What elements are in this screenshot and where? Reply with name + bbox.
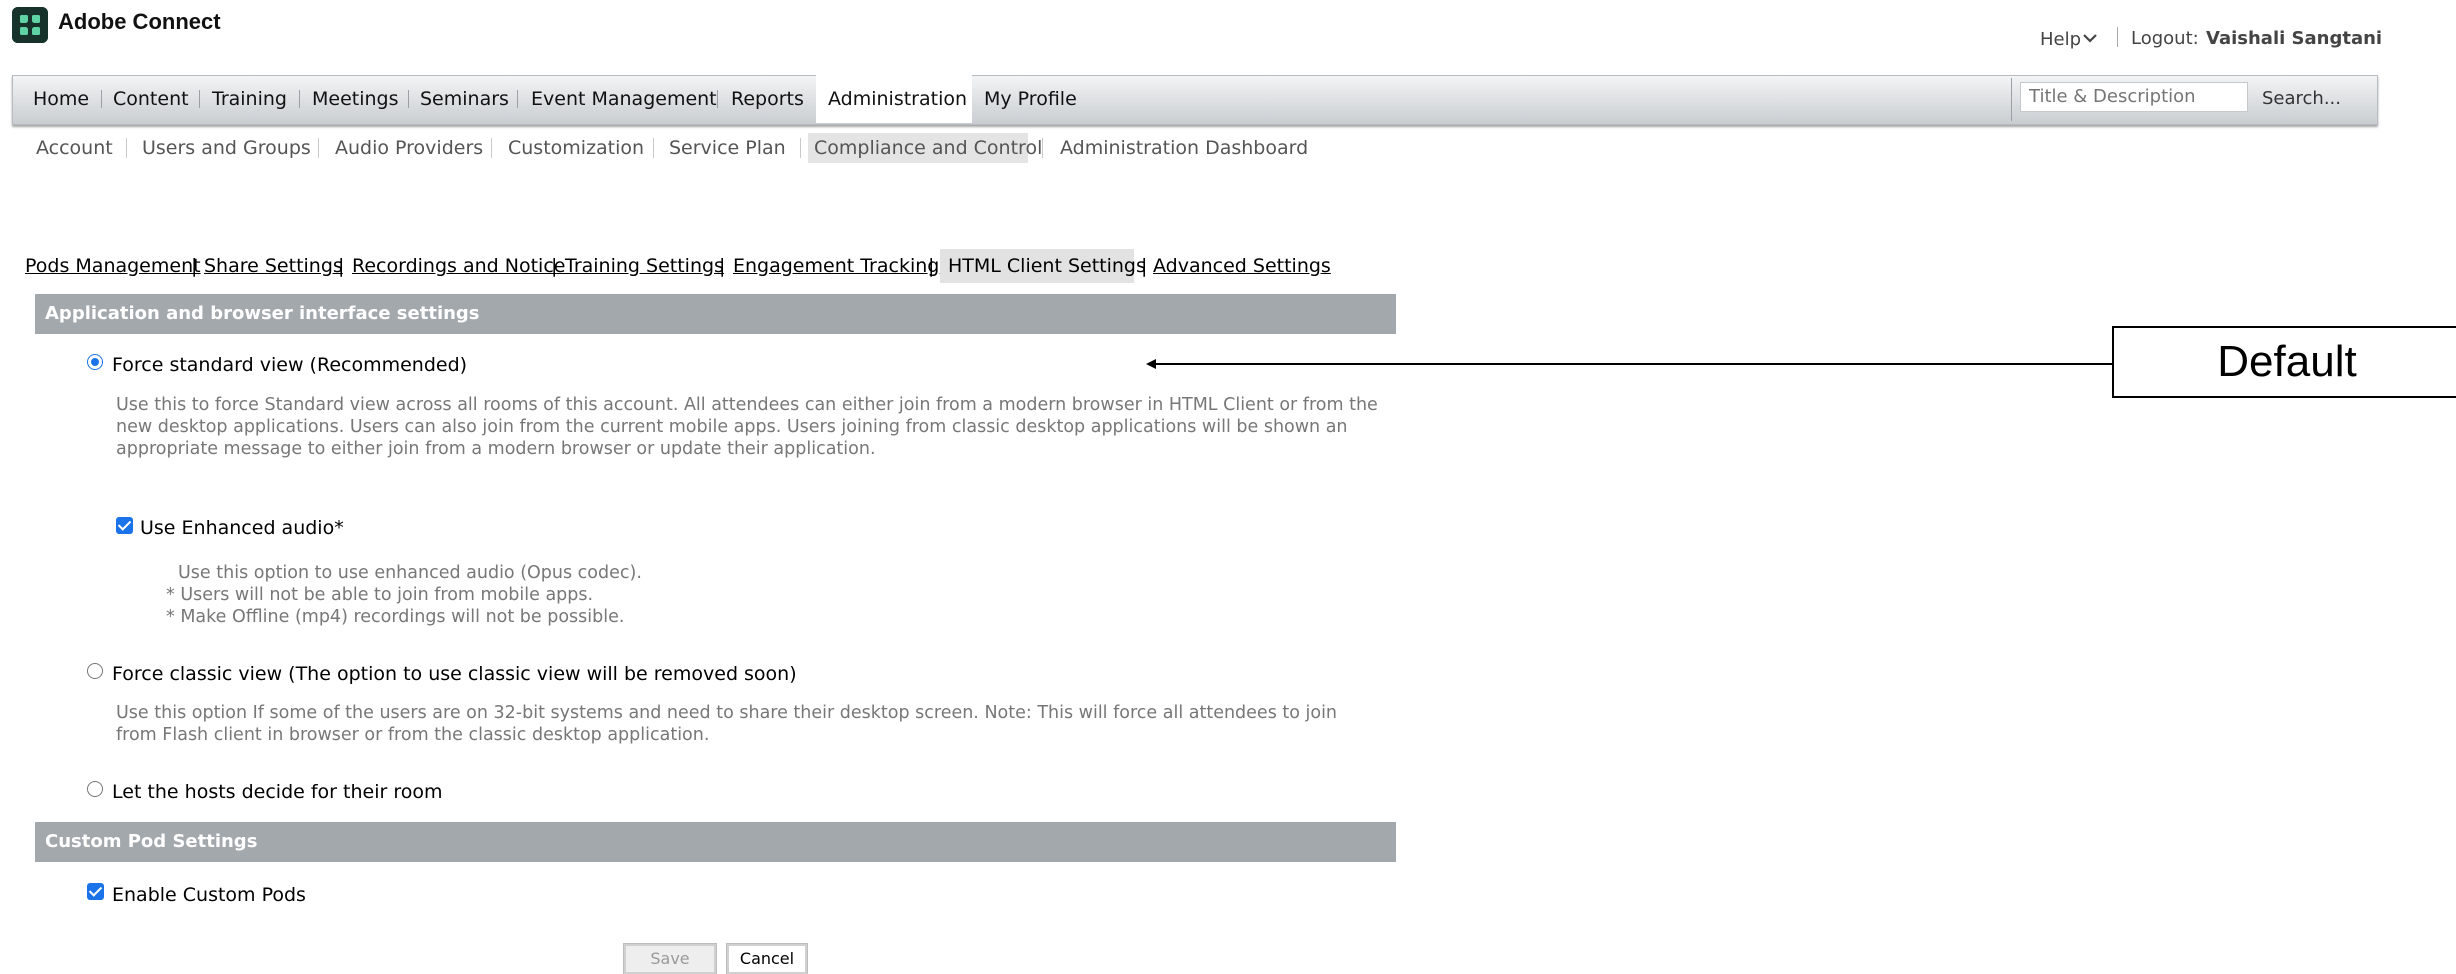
tab-divider: | <box>338 255 345 277</box>
tab-divider: | <box>551 255 558 277</box>
radio-hosts-decide[interactable] <box>87 781 103 797</box>
tab-divider: | <box>719 255 726 277</box>
subnav-audio-providers[interactable]: Audio Providers <box>335 137 483 159</box>
subnav-customization[interactable]: Customization <box>508 137 644 159</box>
user-name: Vaishali Sangtani <box>2206 28 2383 49</box>
label-enable-custom-pods: Enable Custom Pods <box>112 884 306 906</box>
nav-event-management[interactable]: Event Management <box>531 88 717 110</box>
nav-training[interactable]: Training <box>212 88 287 110</box>
nav-home[interactable]: Home <box>33 88 89 110</box>
subnav-divider <box>318 138 319 158</box>
label-force-standard-view: Force standard view (Recommended) <box>112 354 468 376</box>
nav-my-profile[interactable]: My Profile <box>984 88 1077 110</box>
nav-divider <box>517 90 518 108</box>
search-input[interactable] <box>2020 82 2248 112</box>
nav-meetings[interactable]: Meetings <box>312 88 399 110</box>
annotation-default-label: Default <box>2112 326 2456 398</box>
label-hosts-decide: Let the hosts decide for their room <box>112 781 443 803</box>
desc-enhanced-audio-note: * Users will not be able to join from mo… <box>166 585 594 605</box>
nav-divider <box>717 90 718 108</box>
desc-enhanced-audio-main: Use this option to use enhanced audio (O… <box>178 563 642 583</box>
nav-divider <box>101 90 102 108</box>
annotation-arrowhead-icon <box>1146 359 1156 369</box>
desc-line: new desktop applications. Users can also… <box>116 417 1348 437</box>
subnav-divider <box>491 138 492 158</box>
save-button[interactable]: Save <box>623 943 717 974</box>
app-title: Adobe Connect <box>58 9 221 34</box>
desc-line: from Flash client in browser or from the… <box>116 725 710 745</box>
radio-force-standard-view[interactable] <box>87 354 103 370</box>
subnav-divider <box>1042 138 1043 158</box>
tab-share-settings[interactable]: Share Settings <box>204 255 343 277</box>
radio-force-classic-view[interactable] <box>87 663 103 679</box>
nav-reports[interactable]: Reports <box>731 88 804 110</box>
section-header-custom-pod-settings: Custom Pod Settings <box>35 822 1396 862</box>
subnav-divider <box>800 138 801 158</box>
desc-line: Use this to force Standard view across a… <box>116 395 1378 415</box>
chevron-down-icon[interactable] <box>2082 30 2098 50</box>
help-menu[interactable]: Help <box>2040 29 2081 50</box>
nav-seminars[interactable]: Seminars <box>420 88 509 110</box>
nav-divider <box>299 90 300 108</box>
logout-link[interactable]: Logout: <box>2131 28 2199 49</box>
tab-advanced-settings[interactable]: Advanced Settings <box>1153 255 1331 277</box>
desc-force-standard-view: Use this to force Standard view across a… <box>116 394 1378 460</box>
search-divider <box>2011 78 2012 121</box>
section-header-interface-settings: Application and browser interface settin… <box>35 294 1396 334</box>
search-button[interactable]: Search... <box>2262 88 2341 109</box>
tab-recordings-and-notice[interactable]: Recordings and Notice <box>352 255 565 277</box>
nav-divider <box>199 90 200 108</box>
nav-content[interactable]: Content <box>113 88 189 110</box>
subnav-compliance-and-control[interactable]: Compliance and Control <box>814 137 1042 159</box>
tab-training-settings[interactable]: Training Settings <box>565 255 724 277</box>
cancel-button[interactable]: Cancel <box>726 943 808 974</box>
header-divider <box>2117 27 2118 47</box>
annotation-arrow-line <box>1152 363 2112 365</box>
subnav-service-plan[interactable]: Service Plan <box>669 137 786 159</box>
label-force-classic-view: Force classic view (The option to use cl… <box>112 663 797 685</box>
checkbox-enable-custom-pods[interactable] <box>87 883 104 900</box>
tab-divider: | <box>191 255 198 277</box>
subnav-account[interactable]: Account <box>36 137 113 159</box>
subnav-divider <box>653 138 654 158</box>
tab-pods-management[interactable]: Pods Management <box>25 255 201 277</box>
subnav-divider <box>126 138 127 158</box>
tab-html-client-settings[interactable]: HTML Client Settings <box>948 255 1146 277</box>
label-enhanced-audio: Use Enhanced audio* <box>140 517 344 539</box>
desc-force-classic-view: Use this option If some of the users are… <box>116 702 1337 746</box>
adobe-connect-logo-icon <box>12 7 48 43</box>
checkbox-enhanced-audio[interactable] <box>116 517 133 534</box>
tab-divider: | <box>928 255 935 277</box>
nav-administration[interactable]: Administration <box>828 88 967 110</box>
tab-divider: | <box>1141 255 1148 277</box>
nav-divider <box>408 90 409 108</box>
desc-line: Use this option If some of the users are… <box>116 703 1338 723</box>
tab-engagement-tracking[interactable]: Engagement Tracking <box>733 255 939 277</box>
subnav-administration-dashboard[interactable]: Administration Dashboard <box>1060 137 1308 159</box>
desc-line: appropriate message to either join from … <box>116 439 876 459</box>
subnav-users-and-groups[interactable]: Users and Groups <box>142 137 311 159</box>
desc-enhanced-audio-note: * Make Offline (mp4) recordings will not… <box>166 607 625 627</box>
